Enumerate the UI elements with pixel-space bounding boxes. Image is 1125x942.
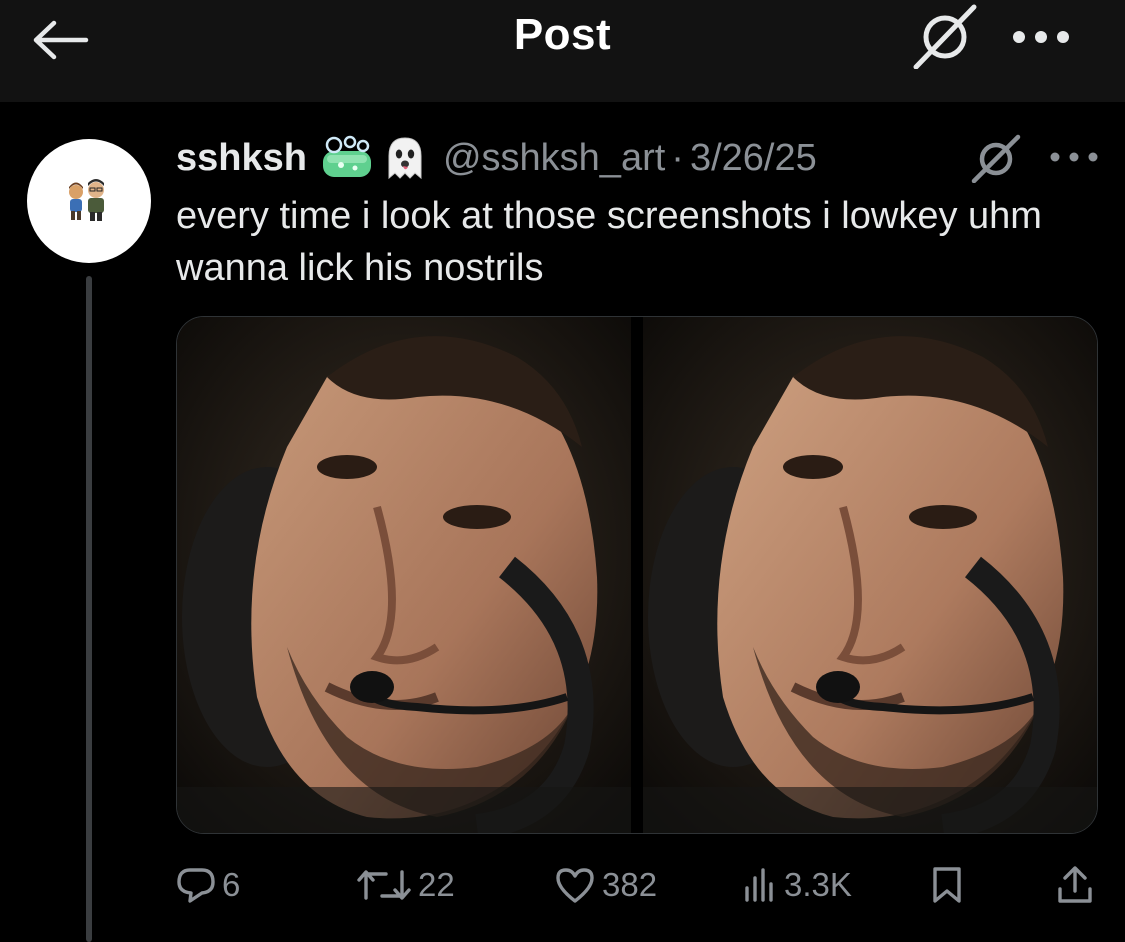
- reply-icon: [177, 868, 215, 903]
- media-image-2[interactable]: [643, 317, 1097, 833]
- heart-icon: [556, 868, 594, 903]
- top-bar: Post: [0, 0, 1125, 102]
- display-name[interactable]: sshksh: [176, 137, 307, 180]
- grok-icon: [971, 134, 1021, 183]
- timestamp[interactable]: 3/26/25: [690, 137, 817, 180]
- soap-bubbles-emoji-icon: [322, 135, 371, 177]
- repost-button[interactable]: 22: [356, 862, 455, 908]
- avatar-illustration-icon: [69, 179, 104, 221]
- arrow-left-icon: [33, 20, 89, 60]
- grok-icon: [913, 4, 977, 69]
- tweet-text: every time i look at those screenshots i…: [176, 195, 1042, 289]
- repost-count: 22: [418, 866, 455, 903]
- reply-button[interactable]: 6: [176, 862, 240, 908]
- tweet-header: sshksh @sshksh_art · 3/26/25: [176, 132, 817, 184]
- separator-dot: ·: [671, 136, 684, 179]
- media-divider: [631, 317, 643, 833]
- repost-icon: [357, 870, 411, 900]
- share-icon: [1058, 866, 1092, 903]
- back-button[interactable]: [30, 14, 92, 66]
- reply-count: 6: [222, 866, 241, 903]
- view-count: 3.3K: [784, 866, 852, 903]
- grok-button[interactable]: [908, 2, 982, 70]
- name-emojis: [317, 134, 429, 182]
- more-horizontal-icon: [1013, 31, 1069, 43]
- like-count: 382: [602, 866, 658, 903]
- bookmark-button[interactable]: [930, 862, 964, 908]
- grok-post-button[interactable]: [966, 132, 1026, 184]
- more-options-button[interactable]: [1008, 18, 1074, 56]
- thread-line: [86, 276, 92, 942]
- share-button[interactable]: [1056, 862, 1094, 908]
- user-handle[interactable]: @sshksh_art: [443, 137, 665, 180]
- photo-man-with-headset-icon: [177, 317, 631, 833]
- more-horizontal-icon: [1050, 152, 1098, 162]
- views-button[interactable]: 3.3K: [742, 862, 852, 908]
- like-button[interactable]: 382: [554, 862, 657, 908]
- views-chart-icon: [745, 868, 773, 902]
- media-image-1[interactable]: [177, 317, 631, 833]
- ghost-emoji-icon: [388, 137, 422, 180]
- avatar[interactable]: [27, 139, 151, 263]
- post-more-button[interactable]: [1046, 140, 1102, 174]
- media-grid: [176, 316, 1098, 834]
- photo-man-with-headset-icon: [643, 317, 1097, 833]
- page-title: Post: [513, 10, 612, 59]
- bookmark-icon: [933, 867, 961, 903]
